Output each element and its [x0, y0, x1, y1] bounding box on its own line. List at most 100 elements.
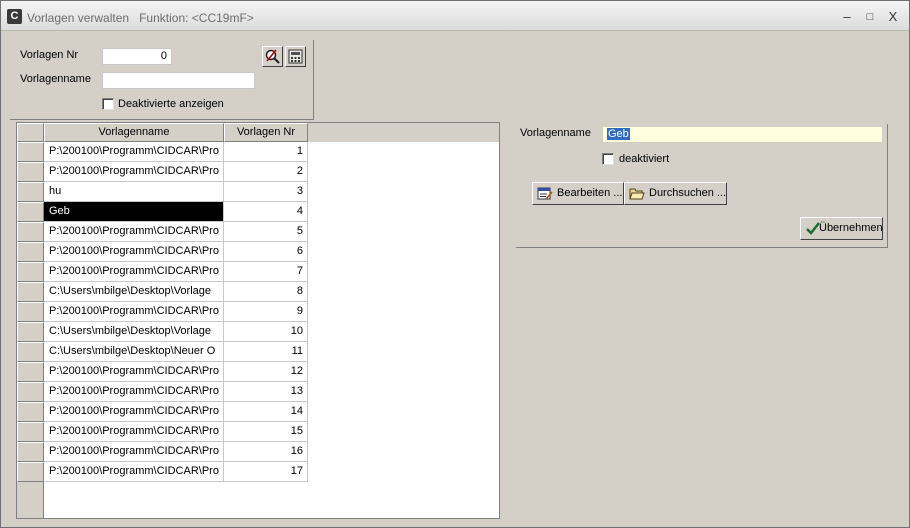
row-selector[interactable]: [17, 182, 44, 202]
cell-vorlagen-nr[interactable]: 16: [224, 442, 308, 462]
selected-text: Geb: [607, 128, 630, 140]
cell-vorlagenname[interactable]: P:\200100\Programm\CIDCAR\Pro: [44, 262, 224, 282]
row-selector[interactable]: [17, 162, 44, 182]
cell-vorlagen-nr[interactable]: 10: [224, 322, 308, 342]
table-row[interactable]: P:\200100\Programm\CIDCAR\Pro 14: [17, 402, 308, 422]
cell-vorlagen-nr[interactable]: 14: [224, 402, 308, 422]
cell-vorlagenname[interactable]: P:\200100\Programm\CIDCAR\Pro: [44, 142, 224, 162]
minimize-button[interactable]: –: [839, 9, 855, 25]
row-selector[interactable]: [17, 262, 44, 282]
row-selector[interactable]: [17, 222, 44, 242]
row-selector[interactable]: [17, 302, 44, 322]
table-row[interactable]: P:\200100\Programm\CIDCAR\Pro 1: [17, 142, 308, 162]
cell-vorlagenname[interactable]: P:\200100\Programm\CIDCAR\Pro: [44, 242, 224, 262]
calculator-button[interactable]: [285, 46, 306, 67]
row-selector[interactable]: [17, 202, 44, 222]
table-header: Vorlagenname Vorlagen Nr: [17, 123, 499, 142]
cell-vorlagenname[interactable]: P:\200100\Programm\CIDCAR\Pro: [44, 162, 224, 182]
cell-vorlagen-nr[interactable]: 6: [224, 242, 308, 262]
cell-vorlagen-nr[interactable]: 17: [224, 462, 308, 482]
row-selector[interactable]: [17, 242, 44, 262]
vorlagenname-filter-input[interactable]: [102, 72, 255, 89]
cell-vorlagen-nr[interactable]: 7: [224, 262, 308, 282]
row-selector[interactable]: [17, 322, 44, 342]
row-selector[interactable]: [17, 142, 44, 162]
cell-vorlagenname[interactable]: P:\200100\Programm\CIDCAR\Pro: [44, 302, 224, 322]
cell-vorlagenname[interactable]: hu: [44, 182, 224, 202]
table-row[interactable]: P:\200100\Programm\CIDCAR\Pro 5: [17, 222, 308, 242]
table-row[interactable]: Geb 4: [17, 202, 308, 222]
table-row[interactable]: hu 3: [17, 182, 308, 202]
cell-vorlagenname[interactable]: C:\Users\mbilge\Desktop\Neuer O: [44, 342, 224, 362]
cell-vorlagenname[interactable]: P:\200100\Programm\CIDCAR\Pro: [44, 222, 224, 242]
deactivated-label: deaktiviert: [619, 153, 670, 165]
cell-vorlagen-nr[interactable]: 15: [224, 422, 308, 442]
edit-button[interactable]: Bearbeiten ...: [532, 182, 624, 205]
cell-vorlagen-nr[interactable]: 8: [224, 282, 308, 302]
cell-vorlagen-nr[interactable]: 11: [224, 342, 308, 362]
title-bar[interactable]: C Vorlagen verwalten Funktion: <CC19mF> …: [1, 1, 909, 31]
row-selector[interactable]: [17, 442, 44, 462]
search-button[interactable]: [262, 46, 283, 67]
cell-vorlagenname[interactable]: P:\200100\Programm\CIDCAR\Pro: [44, 382, 224, 402]
filter-panel: Vorlagen Nr 0 Vorlagenname Deaktivierte …: [10, 40, 314, 120]
cell-vorlagenname[interactable]: P:\200100\Programm\CIDCAR\Pro: [44, 442, 224, 462]
cell-vorlagen-nr[interactable]: 9: [224, 302, 308, 322]
cell-vorlagen-nr[interactable]: 3: [224, 182, 308, 202]
table-row[interactable]: C:\Users\mbilge\Desktop\Vorlage 8: [17, 282, 308, 302]
row-selector[interactable]: [17, 422, 44, 442]
cell-vorlagen-nr[interactable]: 1: [224, 142, 308, 162]
table-row[interactable]: P:\200100\Programm\CIDCAR\Pro 6: [17, 242, 308, 262]
vorlagen-table[interactable]: Vorlagenname Vorlagen Nr P:\200100\Progr…: [16, 122, 500, 519]
table-row[interactable]: C:\Users\mbilge\Desktop\Neuer O 11: [17, 342, 308, 362]
cell-vorlagen-nr[interactable]: 12: [224, 362, 308, 382]
vorlagenname-detail-input[interactable]: Geb: [602, 126, 883, 143]
deactivated-checkbox[interactable]: [602, 153, 614, 165]
cell-vorlagen-nr[interactable]: 2: [224, 162, 308, 182]
table-row[interactable]: P:\200100\Programm\CIDCAR\Pro 7: [17, 262, 308, 282]
apply-button-label: Übernehmen: [819, 222, 883, 234]
row-selector-header: [17, 123, 44, 142]
cell-vorlagen-nr[interactable]: 4: [224, 202, 308, 222]
cell-vorlagenname[interactable]: P:\200100\Programm\CIDCAR\Pro: [44, 362, 224, 382]
column-header-vorlagen-nr[interactable]: Vorlagen Nr: [224, 123, 308, 142]
browse-button[interactable]: Durchsuchen ...: [624, 182, 727, 205]
row-selector[interactable]: [17, 462, 44, 482]
cell-vorlagenname[interactable]: C:\Users\mbilge\Desktop\Vorlage: [44, 322, 224, 342]
table-row[interactable]: C:\Users\mbilge\Desktop\Vorlage 10: [17, 322, 308, 342]
table-row[interactable]: P:\200100\Programm\CIDCAR\Pro 2: [17, 162, 308, 182]
show-deactivated-checkbox[interactable]: [102, 98, 114, 110]
row-selector[interactable]: [17, 282, 44, 302]
cell-vorlagenname[interactable]: C:\Users\mbilge\Desktop\Vorlage: [44, 282, 224, 302]
maximize-button[interactable]: □: [862, 9, 878, 25]
calculator-icon: [288, 49, 303, 64]
detail-panel: Vorlagenname Geb deaktiviert Bearbeiten …: [516, 124, 888, 248]
vorlagen-nr-label: Vorlagen Nr: [20, 49, 79, 61]
table-row[interactable]: P:\200100\Programm\CIDCAR\Pro 12: [17, 362, 308, 382]
row-selector[interactable]: [17, 362, 44, 382]
edit-icon: [537, 187, 553, 200]
close-button[interactable]: X: [885, 9, 901, 25]
vorlagenname-filter-label: Vorlagenname: [20, 73, 91, 85]
column-header-vorlagenname[interactable]: Vorlagenname: [44, 123, 224, 142]
table-row[interactable]: P:\200100\Programm\CIDCAR\Pro 15: [17, 422, 308, 442]
row-selector[interactable]: [17, 382, 44, 402]
window-title: Vorlagen verwalten Funktion: <CC19mF>: [27, 11, 254, 25]
table-row[interactable]: P:\200100\Programm\CIDCAR\Pro 9: [17, 302, 308, 322]
cell-vorlagen-nr[interactable]: 5: [224, 222, 308, 242]
apply-button[interactable]: Übernehmen: [800, 217, 883, 240]
row-selector[interactable]: [17, 402, 44, 422]
cell-vorlagenname[interactable]: P:\200100\Programm\CIDCAR\Pro: [44, 402, 224, 422]
cell-vorlagenname[interactable]: P:\200100\Programm\CIDCAR\Pro: [44, 422, 224, 442]
table-row[interactable]: P:\200100\Programm\CIDCAR\Pro 13: [17, 382, 308, 402]
row-selector[interactable]: [17, 342, 44, 362]
cell-vorlagen-nr[interactable]: 13: [224, 382, 308, 402]
app-icon: C: [7, 9, 22, 24]
cell-vorlagenname[interactable]: P:\200100\Programm\CIDCAR\Pro: [44, 462, 224, 482]
content-area: Vorlagen Nr 0 Vorlagenname Deaktivierte …: [2, 32, 908, 526]
cell-vorlagenname[interactable]: Geb: [44, 202, 224, 222]
table-row[interactable]: P:\200100\Programm\CIDCAR\Pro 16: [17, 442, 308, 462]
browse-button-label: Durchsuchen ...: [649, 187, 727, 199]
vorlagen-nr-input[interactable]: 0: [102, 48, 172, 65]
table-row[interactable]: P:\200100\Programm\CIDCAR\Pro 17: [17, 462, 308, 482]
